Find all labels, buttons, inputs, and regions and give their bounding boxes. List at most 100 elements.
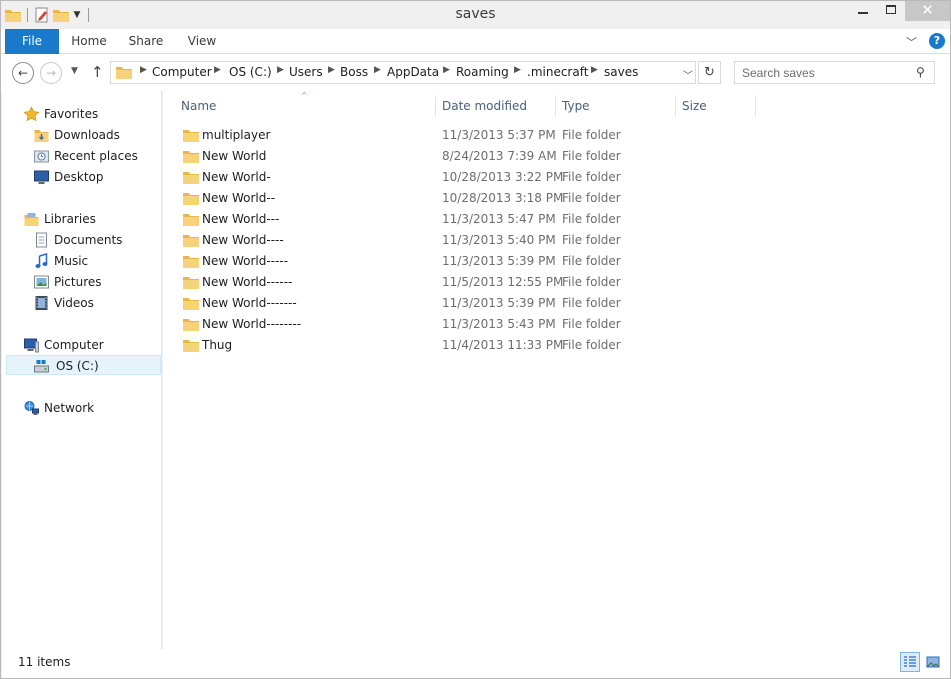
column-divider[interactable] <box>435 95 436 117</box>
folder-icon <box>183 214 199 226</box>
column-header-date-modified[interactable]: Date modified <box>442 98 527 114</box>
column-header-name[interactable]: Name <box>181 98 216 114</box>
breadcrumb-roaming[interactable]: Roaming <box>456 65 509 79</box>
breadcrumb-separator-icon[interactable]: ▶ <box>328 65 335 75</box>
column-header-size[interactable]: Size <box>682 98 707 114</box>
nav-documents[interactable]: Documents <box>33 230 153 250</box>
details-view-button[interactable] <box>900 652 920 672</box>
sort-ascending-icon: ^ <box>301 91 308 100</box>
breadcrumb-separator-icon[interactable]: ▶ <box>214 65 221 75</box>
expand-ribbon-chevron-icon[interactable]: ﹀ <box>906 34 917 50</box>
file-row[interactable]: New World---- 11/3/2013 5:40 PM File fol… <box>179 230 739 251</box>
file-row[interactable]: New World 8/24/2013 7:39 AM File folder <box>179 146 739 167</box>
close-button[interactable]: ✕ <box>905 1 950 21</box>
large-icons-view-button[interactable] <box>923 652 943 672</box>
file-row[interactable]: New World------- 11/3/2013 5:39 PM File … <box>179 293 739 314</box>
documents-icon <box>36 232 47 248</box>
folder-icon <box>183 193 199 205</box>
nav-downloads[interactable]: Downloads <box>33 125 153 145</box>
refresh-button[interactable]: ↻ <box>698 61 721 84</box>
file-date: 10/28/2013 3:22 PM <box>442 170 564 184</box>
column-header-type[interactable]: Type <box>562 98 590 114</box>
search-box[interactable]: ⚲ <box>734 61 935 84</box>
nav-libraries[interactable]: Libraries <box>23 209 153 229</box>
file-row[interactable]: New World-- 10/28/2013 3:18 PM File fold… <box>179 188 739 209</box>
desktop-icon <box>34 170 49 184</box>
file-date: 8/24/2013 7:39 AM <box>442 149 557 163</box>
file-date: 11/4/2013 11:33 PM <box>442 338 564 352</box>
tab-share[interactable]: Share <box>121 29 171 54</box>
file-row[interactable]: New World----- 11/3/2013 5:39 PM File fo… <box>179 251 739 272</box>
breadcrumb-saves[interactable]: saves <box>604 65 638 79</box>
folder-icon <box>183 256 199 268</box>
column-divider[interactable] <box>755 95 756 117</box>
address-bar[interactable]: ▶ Computer ▶ OS (C:) ▶ Users ▶ Boss ▶ Ap… <box>110 61 696 84</box>
file-row[interactable]: New World- 10/28/2013 3:22 PM File folde… <box>179 167 739 188</box>
breadcrumb-separator-icon[interactable]: ▶ <box>514 65 521 75</box>
tab-file[interactable]: File <box>5 29 59 54</box>
title-bar: ▼ saves ✕ <box>1 1 950 29</box>
file-name: New World- <box>202 170 271 184</box>
nav-music[interactable]: Music <box>33 251 153 271</box>
file-row[interactable]: New World--- 11/3/2013 5:47 PM File fold… <box>179 209 739 230</box>
search-icon[interactable]: ⚲ <box>916 65 925 79</box>
folder-icon <box>183 151 199 163</box>
breadcrumb-separator-icon[interactable]: ▶ <box>443 65 450 75</box>
folder-icon <box>183 298 199 310</box>
back-button[interactable]: ← <box>12 62 34 84</box>
file-date: 11/3/2013 5:43 PM <box>442 317 556 331</box>
status-bar: 11 items <box>2 649 950 678</box>
breadcrumb-computer[interactable]: Computer <box>152 65 212 79</box>
tab-view[interactable]: View <box>177 29 227 54</box>
breadcrumb-separator-icon[interactable]: ▶ <box>277 65 284 75</box>
file-type: File folder <box>562 170 621 184</box>
file-name: New World----- <box>202 254 289 268</box>
window-title: saves <box>455 6 496 22</box>
file-row[interactable]: New World-------- 11/3/2013 5:43 PM File… <box>179 314 739 335</box>
computer-icon <box>24 338 39 353</box>
folder-icon <box>183 235 199 247</box>
minimize-button[interactable] <box>849 1 877 21</box>
address-dropdown-icon[interactable]: ﹀ <box>683 67 693 82</box>
column-divider[interactable] <box>675 95 676 117</box>
downloads-folder-icon <box>34 130 49 142</box>
maximize-icon <box>886 5 896 14</box>
nav-videos[interactable]: Videos <box>33 293 153 313</box>
nav-pictures[interactable]: Pictures <box>33 272 153 292</box>
breadcrumb-appdata[interactable]: AppData <box>387 65 439 79</box>
explorer-window: ▼ saves ✕ File Home Share View ﹀ ? ← → ▼… <box>0 0 951 679</box>
search-input[interactable] <box>742 65 912 80</box>
breadcrumb-minecraft[interactable]: .minecraft <box>527 65 588 79</box>
file-type: File folder <box>562 338 621 352</box>
maximize-button[interactable] <box>877 1 905 21</box>
nav-os-c-drive[interactable]: OS (C:) <box>6 355 161 375</box>
nav-computer[interactable]: Computer <box>23 335 153 355</box>
music-note-icon <box>35 253 48 268</box>
breadcrumb-users[interactable]: Users <box>289 65 323 79</box>
forward-button[interactable]: → <box>40 62 62 84</box>
breadcrumb-separator-icon[interactable]: ▶ <box>591 65 598 75</box>
tab-home[interactable]: Home <box>64 29 114 54</box>
nav-favorites[interactable]: Favorites <box>23 104 153 124</box>
file-name: multiplayer <box>202 128 271 142</box>
breadcrumb-separator-icon[interactable]: ▶ <box>140 65 147 75</box>
file-type: File folder <box>562 149 621 163</box>
recent-locations-dropdown[interactable]: ▼ <box>71 66 78 76</box>
star-icon <box>23 106 40 122</box>
file-type: File folder <box>562 233 621 247</box>
file-type: File folder <box>562 128 621 142</box>
breadcrumb-separator-icon[interactable]: ▶ <box>374 65 381 75</box>
file-name: New World---- <box>202 233 284 247</box>
breadcrumb-osc[interactable]: OS (C:) <box>229 65 272 79</box>
nav-network[interactable]: Network <box>23 398 153 418</box>
column-divider[interactable] <box>555 95 556 117</box>
nav-desktop[interactable]: Desktop <box>33 167 153 187</box>
breadcrumb-boss[interactable]: Boss <box>340 65 368 79</box>
file-row[interactable]: New World------ 11/5/2013 12:55 PM File … <box>179 272 739 293</box>
nav-recent-places[interactable]: Recent places <box>33 146 153 166</box>
up-arrow-icon[interactable]: ↑ <box>91 63 104 81</box>
file-name: New World--- <box>202 212 280 226</box>
help-icon[interactable]: ? <box>929 33 945 49</box>
file-row[interactable]: multiplayer 11/3/2013 5:37 PM File folde… <box>179 125 739 146</box>
file-row[interactable]: Thug 11/4/2013 11:33 PM File folder <box>179 335 739 356</box>
